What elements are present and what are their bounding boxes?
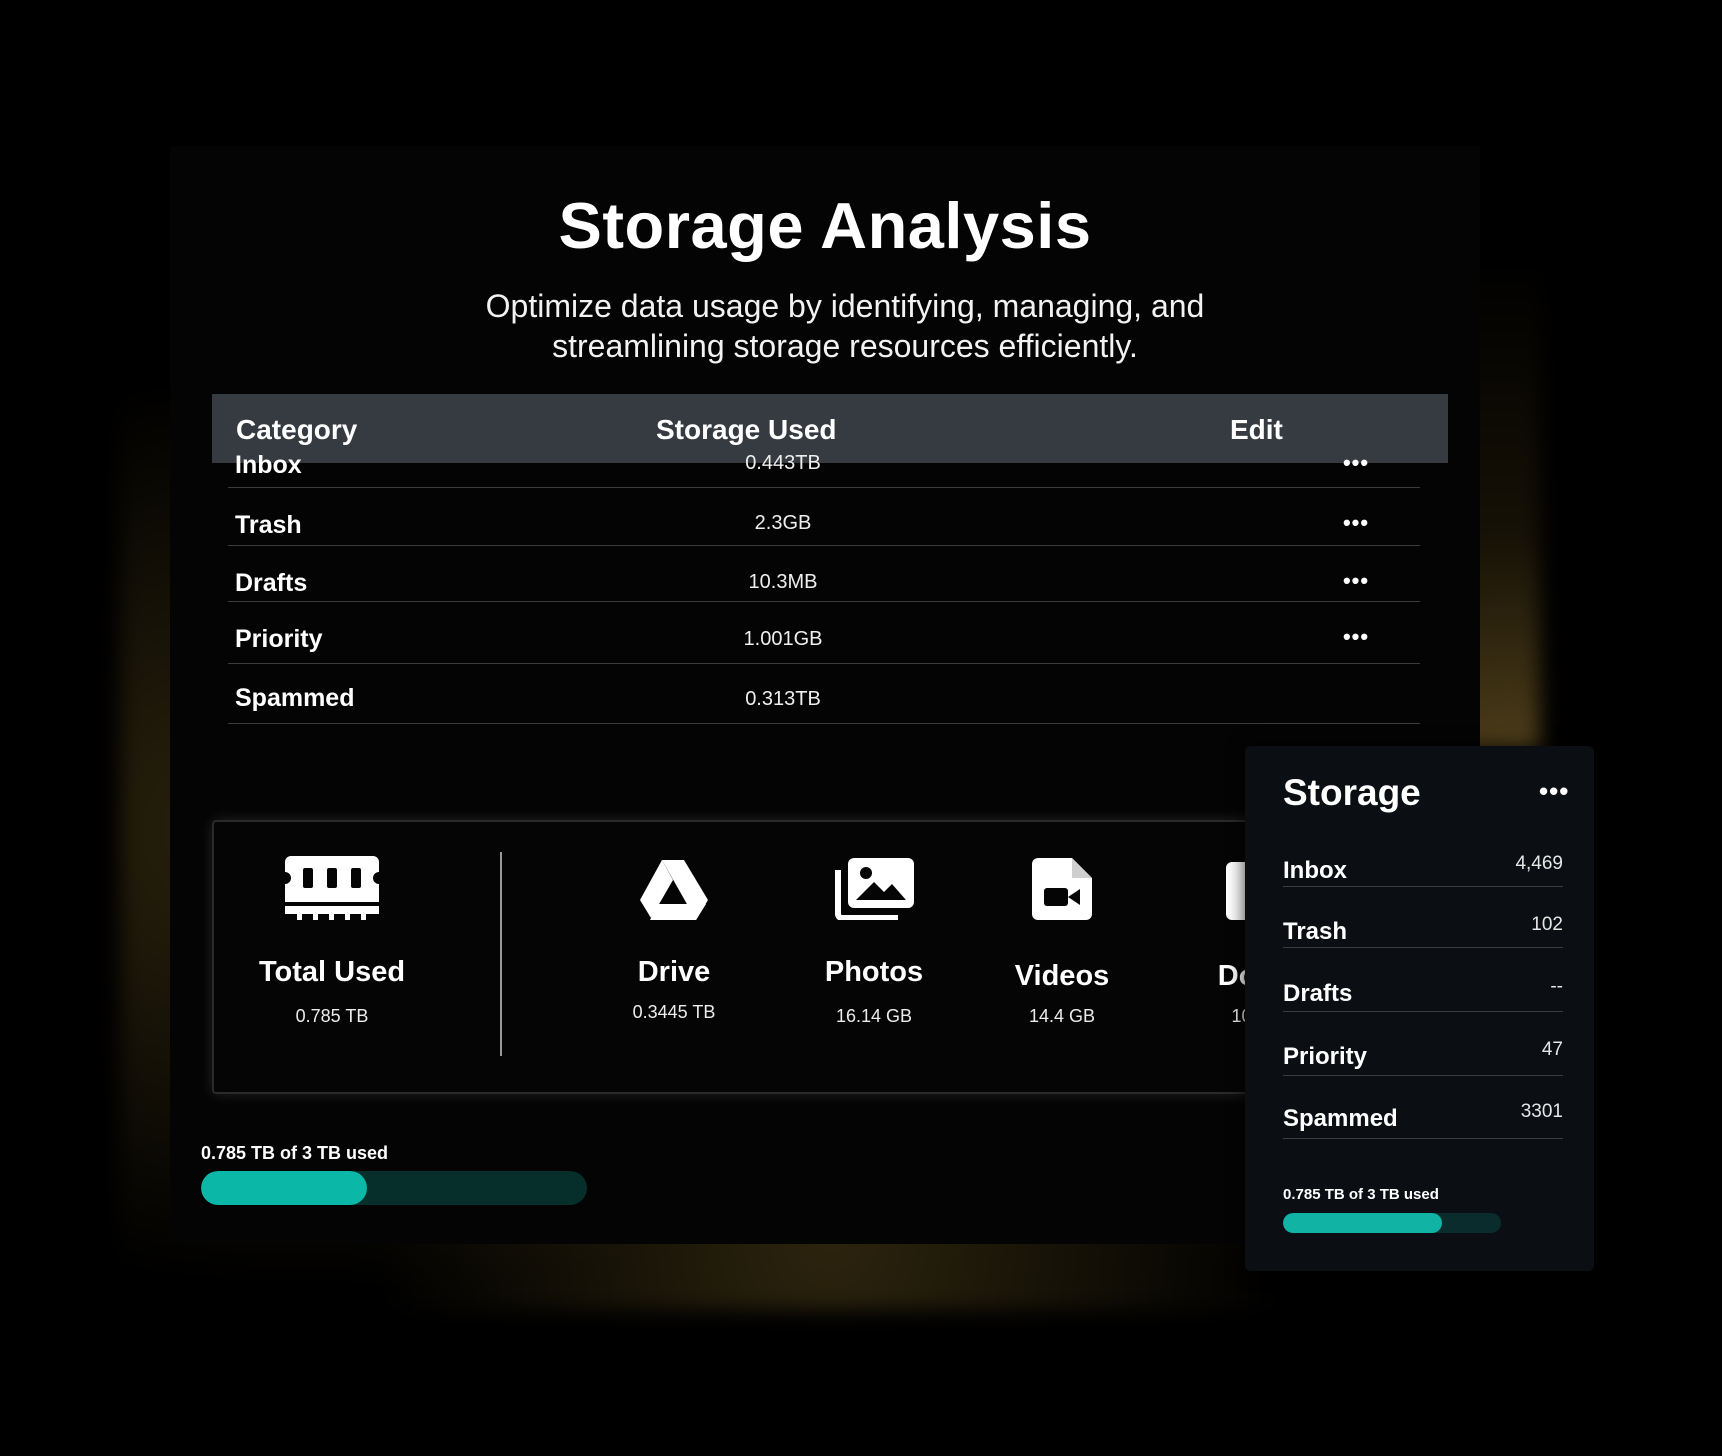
row-edit-menu-icon[interactable]: •••	[1336, 450, 1376, 476]
row-storage-used: 1.001GB	[743, 628, 823, 650]
row-category: Trash	[235, 511, 302, 539]
stat-videos: Videos 14.4 GB	[982, 822, 1142, 1092]
row-storage-used: 0.443TB	[745, 452, 821, 474]
row-category: Inbox	[235, 451, 302, 479]
stat-value: 0.3445 TB	[632, 1002, 716, 1022]
table-row: Inbox 0.443TB •••	[228, 448, 1420, 488]
table-row: Priority 1.001GB •••	[228, 622, 1420, 664]
row-edit-menu-icon[interactable]: •••	[1336, 510, 1376, 536]
stat-value: 16.14 GB	[835, 1006, 913, 1026]
storage-card-row-label: Inbox	[1283, 857, 1347, 884]
usage-progress-fill	[201, 1171, 367, 1205]
storage-card-row: Inbox 4,469	[1283, 853, 1563, 887]
memory-icon	[285, 856, 379, 925]
stat-label: Total Used	[258, 956, 406, 988]
page-title: Storage Analysis	[558, 189, 1092, 262]
stat-value: 0.785 TB	[295, 1006, 369, 1026]
row-storage-used: 2.3GB	[754, 512, 812, 534]
table-row: Spammed 0.313TB	[228, 682, 1420, 724]
storage-card-usage-label: 0.785 TB of 3 TB used	[1283, 1186, 1439, 1203]
stat-value: 14.4 GB	[1028, 1006, 1096, 1026]
video-file-icon	[1032, 858, 1092, 925]
column-header-storage-used: Storage Used	[656, 414, 837, 445]
row-storage-used: 10.3MB	[748, 571, 818, 593]
column-header-edit: Edit	[1230, 414, 1283, 445]
stat-photos: Photos 16.14 GB	[794, 822, 954, 1092]
table-row: Drafts 10.3MB •••	[228, 566, 1420, 602]
storage-card-row: Trash 102	[1283, 914, 1563, 948]
storage-card-row: Priority 47	[1283, 1039, 1563, 1076]
usage-progress-bar	[201, 1171, 587, 1205]
page-subtitle: Optimize data usage by identifying, mana…	[485, 288, 1205, 364]
storage-card-row: Spammed 3301	[1283, 1101, 1563, 1139]
storage-card-menu-icon[interactable]: •••	[1539, 776, 1569, 807]
storage-card-row-label: Trash	[1283, 918, 1348, 945]
usage-label: 0.785 TB of 3 TB used	[201, 1143, 389, 1163]
drive-icon	[640, 860, 708, 925]
storage-card-progress-fill	[1283, 1213, 1443, 1233]
column-header-category: Category	[236, 414, 358, 445]
row-category: Priority	[235, 625, 323, 653]
storage-card-row: Drafts --	[1283, 976, 1563, 1012]
storage-card-progress-bar	[1283, 1213, 1501, 1233]
photos-icon	[834, 858, 914, 925]
storage-card-row-label: Spammed	[1283, 1105, 1398, 1132]
storage-card-row-value: 102	[1531, 914, 1563, 935]
storage-card-row-value: 3301	[1520, 1101, 1563, 1122]
stat-label: Photos	[824, 956, 924, 988]
storage-card-row-label: Priority	[1283, 1043, 1368, 1070]
storage-card-row-value: --	[1550, 976, 1563, 997]
stat-label: Drive	[637, 956, 711, 988]
stat-label: Videos	[1014, 960, 1110, 992]
page: Storage Analysis Optimize data usage by …	[0, 0, 1722, 1456]
row-category: Spammed	[235, 684, 355, 712]
storage-summary-card: Storage ••• Inbox 4,469 Trash 102 Drafts…	[1245, 746, 1594, 1271]
row-storage-used: 0.313TB	[745, 688, 821, 710]
storage-card-row-label: Drafts	[1283, 980, 1353, 1007]
row-edit-menu-icon[interactable]: •••	[1336, 568, 1376, 594]
storage-card-title: Storage	[1283, 772, 1421, 813]
divider	[500, 852, 502, 1056]
row-category: Drafts	[235, 569, 308, 597]
row-edit-menu-icon[interactable]: •••	[1336, 624, 1376, 650]
table-row: Trash 2.3GB •••	[228, 508, 1420, 546]
storage-card-row-value: 47	[1541, 1039, 1563, 1060]
stat-drive: Drive 0.3445 TB	[594, 822, 754, 1092]
storage-card-row-value: 4,469	[1515, 853, 1563, 874]
stat-total-used: Total Used 0.785 TB	[250, 822, 414, 1092]
